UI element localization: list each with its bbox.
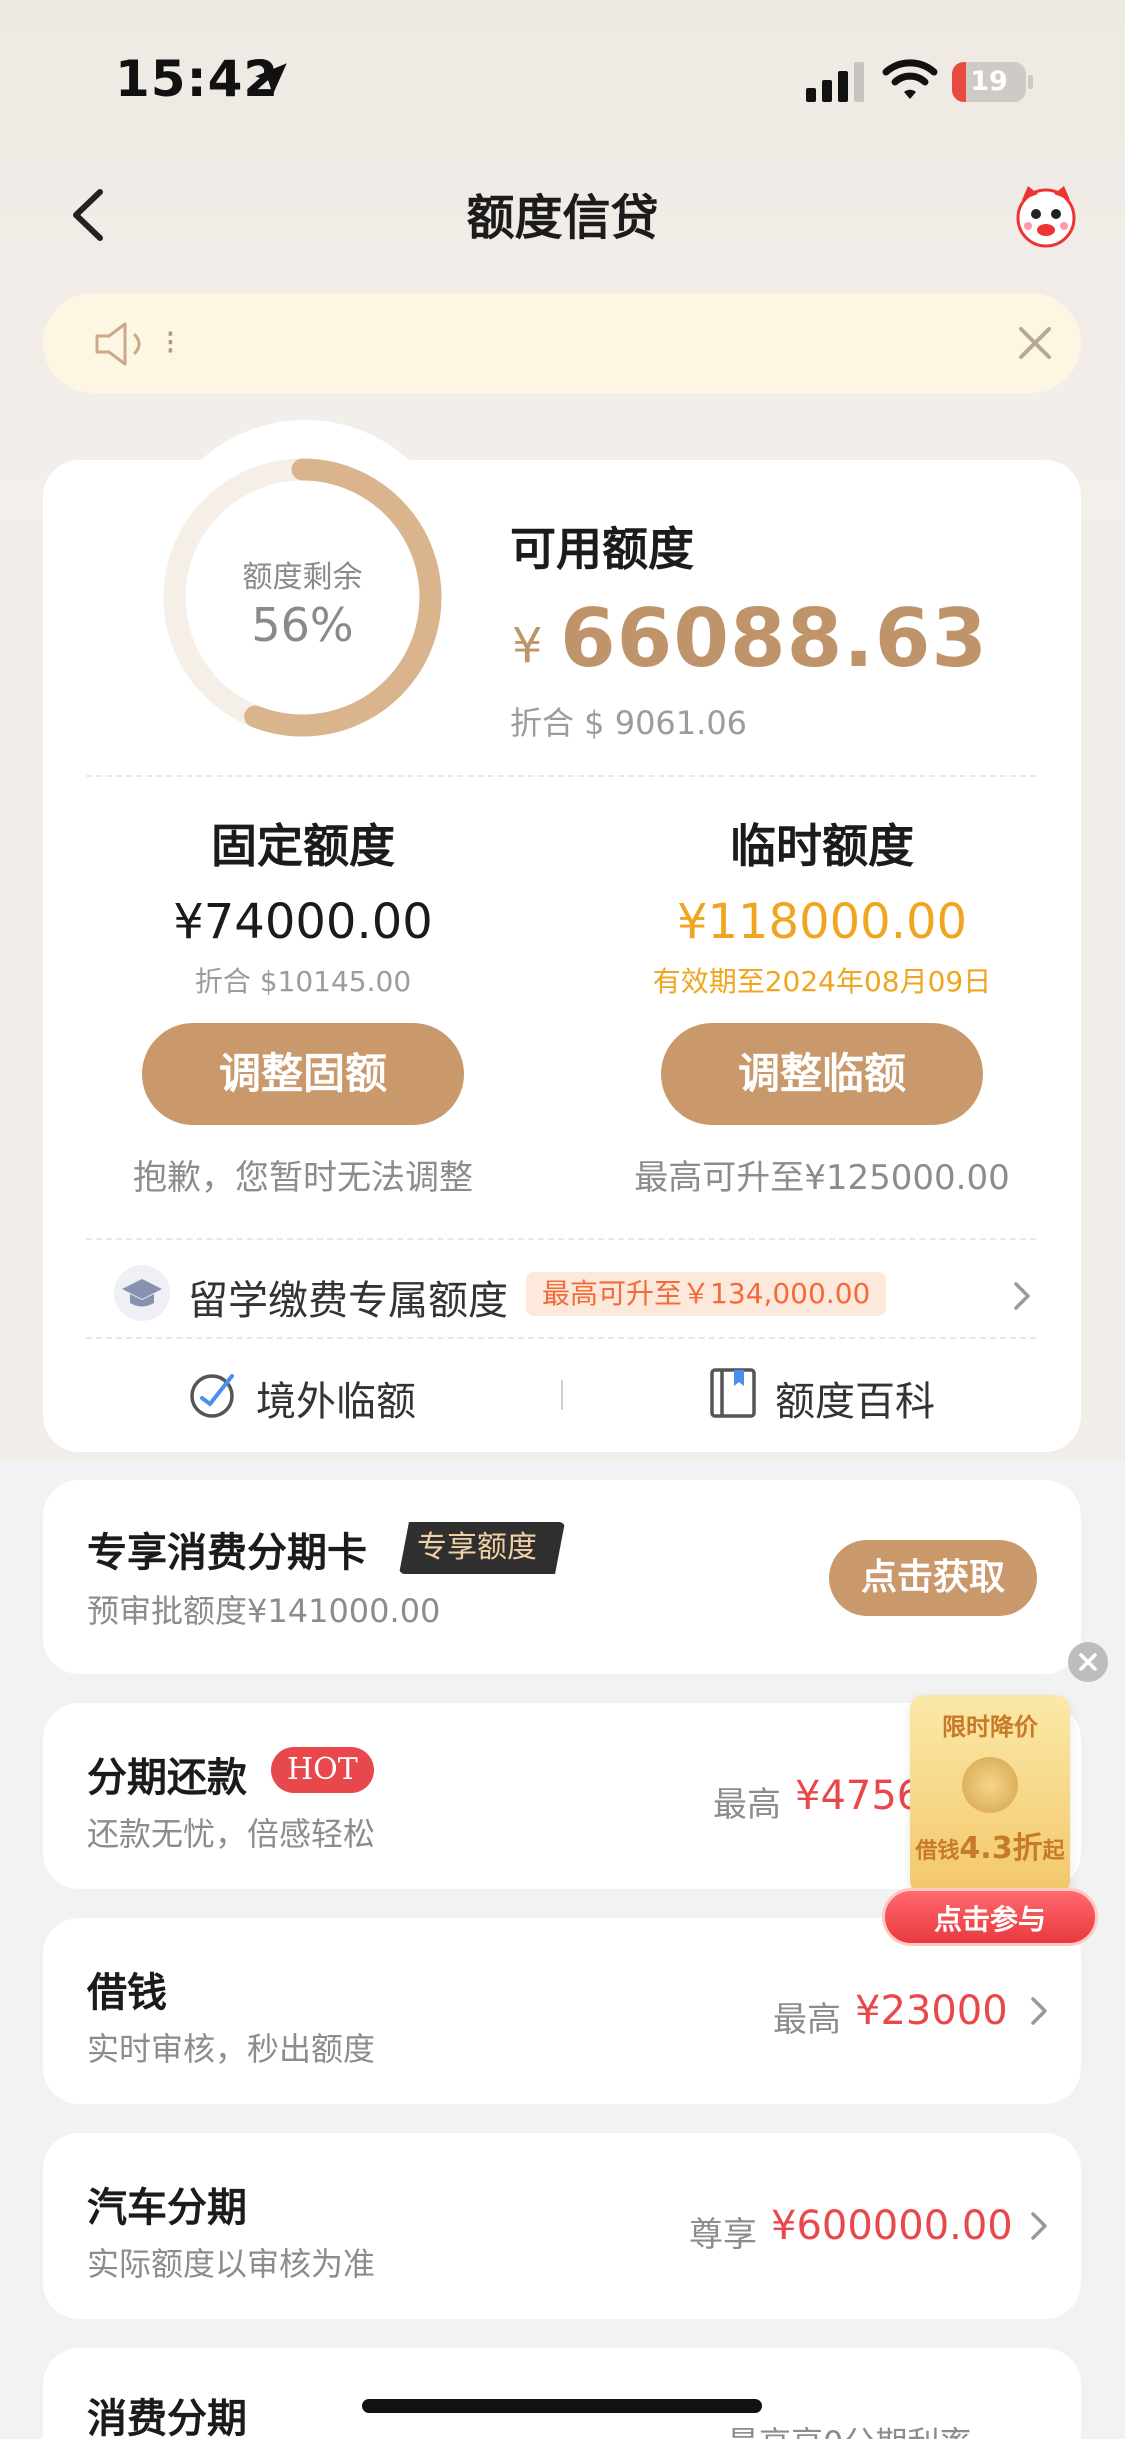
list-item-car-installment[interactable]: 汽车分期 实际额度以审核为准 尊享 ¥600000.00 bbox=[43, 2133, 1081, 2319]
item-amount-label: 尊享 bbox=[689, 2215, 757, 2255]
item-title: 汽车分期 bbox=[87, 2185, 247, 2231]
item-title: 分期还款 bbox=[87, 1755, 247, 1801]
adjust-temporary-button[interactable]: 调整临额 bbox=[661, 1023, 983, 1125]
divider bbox=[561, 1380, 563, 1410]
installment-card-panel[interactable]: 专享消费分期卡 专享额度 预审批额度¥141000.00 点击获取 bbox=[43, 1480, 1081, 1674]
fixed-credit-title: 固定额度 bbox=[211, 819, 395, 873]
credit-encyclopedia-link[interactable]: 额度百科 bbox=[775, 1369, 935, 1427]
promo-discount-prefix: 借钱 bbox=[915, 1839, 960, 1864]
promo-title: 限时降价 bbox=[942, 1713, 1038, 1741]
item-amount-label: 最高 bbox=[713, 1785, 781, 1825]
promo-discount-suffix: 起 bbox=[1042, 1839, 1065, 1864]
mascot-icon[interactable] bbox=[1010, 180, 1082, 252]
coin-icon bbox=[962, 1757, 1018, 1813]
chevron-right-icon bbox=[1031, 2212, 1047, 2240]
overseas-credit-link[interactable]: 境外临额 bbox=[256, 1369, 416, 1427]
promo-close-button[interactable] bbox=[1068, 1642, 1108, 1682]
home-indicator[interactable] bbox=[362, 2399, 762, 2413]
page-title: 额度信贷 bbox=[466, 190, 659, 246]
available-credit-amount: 66088.63 bbox=[560, 592, 989, 685]
speaker-icon bbox=[95, 322, 141, 366]
temporary-credit-title: 临时额度 bbox=[730, 819, 914, 873]
fixed-credit-section: 固定额度 ¥74000.00 折合 $10145.00 bbox=[73, 810, 533, 1000]
wifi-icon bbox=[882, 59, 938, 99]
item-amount: ¥600000.00 bbox=[771, 2203, 1013, 2249]
list-item-consumer-installment[interactable]: 消费分期 最高享0分期利率 bbox=[43, 2348, 1081, 2439]
study-abroad-credit-title[interactable]: 留学缴费专属额度 bbox=[188, 1268, 508, 1326]
chevron-right-icon bbox=[1031, 1997, 1047, 2025]
promo-envelope[interactable]: 限时降价 借钱4.3折起 bbox=[910, 1695, 1070, 1895]
book-icon bbox=[710, 1368, 756, 1418]
promo-discount: 借钱4.3折起 bbox=[910, 1823, 1070, 1867]
overseas-credit-icon bbox=[190, 1374, 234, 1418]
fixed-credit-amount: ¥74000.00 bbox=[173, 894, 433, 950]
available-credit-title: 可用额度 bbox=[510, 522, 694, 576]
item-subtitle: 实时审核，秒出额度 bbox=[87, 2030, 376, 2068]
study-abroad-badge: 最高可升至￥134,000.00 bbox=[526, 1272, 887, 1316]
chevron-right-icon[interactable] bbox=[1010, 1278, 1034, 1314]
adjust-fixed-button[interactable]: 调整固额 bbox=[142, 1023, 464, 1125]
ring-percent: 56% bbox=[251, 598, 354, 652]
close-icon[interactable] bbox=[1011, 319, 1059, 367]
signal-icon bbox=[806, 62, 864, 102]
divider bbox=[86, 1337, 1036, 1339]
installment-card-subtitle: 预审批额度¥141000.00 bbox=[87, 1592, 441, 1630]
ring-label: 额度剩余 bbox=[242, 560, 363, 595]
item-amount: ¥23000 bbox=[855, 1988, 1008, 2034]
item-amount-label: 最高享0分期利率 bbox=[727, 2418, 971, 2439]
installment-card-title: 专享消费分期卡 bbox=[87, 1530, 367, 1576]
temporary-credit-amount: ¥118000.00 bbox=[676, 894, 968, 950]
graduation-cap-icon bbox=[114, 1265, 170, 1321]
temporary-adjust-note: 最高可升至¥125000.00 bbox=[634, 1158, 1010, 1198]
temporary-credit-expiry: 有效期至2024年08月09日 bbox=[652, 965, 992, 998]
battery-indicator: 19 bbox=[952, 62, 1033, 102]
available-currency: ¥ bbox=[512, 618, 543, 674]
exclusive-credit-badge: 专享额度 bbox=[399, 1522, 565, 1574]
item-title: 借钱 bbox=[87, 1970, 167, 2016]
item-amount-label: 最高 bbox=[773, 2000, 841, 2040]
fixed-credit-usd: 折合 $10145.00 bbox=[194, 965, 412, 998]
item-subtitle: 实际额度以审核为准 bbox=[87, 2245, 376, 2283]
temporary-credit-section: 临时额度 ¥118000.00 有效期至2024年08月09日 bbox=[592, 810, 1052, 1000]
item-amount: ¥4756 bbox=[795, 1773, 923, 1819]
item-title: 消费分期 bbox=[87, 2396, 247, 2439]
battery-level: 19 bbox=[970, 66, 1008, 97]
fixed-adjust-note: 抱歉，您暂时无法调整 bbox=[133, 1158, 473, 1198]
divider bbox=[86, 1238, 1036, 1240]
promo-participate-button[interactable]: 点击参与 bbox=[882, 1888, 1098, 1946]
item-subtitle: 还款无忧，倍感轻松 bbox=[87, 1815, 376, 1853]
notice-bar[interactable]: ⁝ bbox=[43, 293, 1081, 393]
get-card-button[interactable]: 点击获取 bbox=[829, 1540, 1037, 1616]
promo-discount-value: 4.3折 bbox=[959, 1831, 1043, 1866]
notice-text: ⁝ bbox=[165, 323, 176, 363]
available-credit-usd: 折合 $ 9061.06 bbox=[510, 704, 748, 742]
status-bar: 15:42 19 bbox=[0, 0, 1125, 150]
location-arrow-icon bbox=[255, 63, 287, 95]
hot-badge: HOT bbox=[271, 1747, 374, 1793]
divider bbox=[86, 775, 1036, 777]
